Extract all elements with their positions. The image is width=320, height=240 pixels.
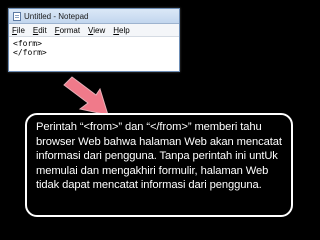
text-editor[interactable]: <form> </form>	[9, 37, 179, 59]
menu-view[interactable]: View	[88, 26, 105, 35]
title-bar[interactable]: Untitled - Notepad	[9, 9, 179, 24]
menu-edit[interactable]: Edit	[33, 26, 47, 35]
caption-text: Perintah “<from>” dan “</from>” memberi …	[36, 121, 282, 191]
window-title: Untitled - Notepad	[24, 11, 89, 21]
editor-line: <form>	[13, 39, 42, 48]
notepad-window: Untitled - Notepad File Edit Format View…	[8, 8, 180, 72]
caption-box: Perintah “<from>” dan “</from>” memberi …	[25, 113, 293, 217]
menu-file[interactable]: File	[12, 26, 25, 35]
down-right-arrow-icon	[63, 76, 109, 116]
menu-bar: File Edit Format View Help	[9, 24, 179, 37]
notepad-app-icon	[13, 11, 21, 21]
menu-format[interactable]: Format	[55, 26, 80, 35]
editor-line: </form>	[13, 48, 47, 57]
menu-help[interactable]: Help	[113, 26, 129, 35]
